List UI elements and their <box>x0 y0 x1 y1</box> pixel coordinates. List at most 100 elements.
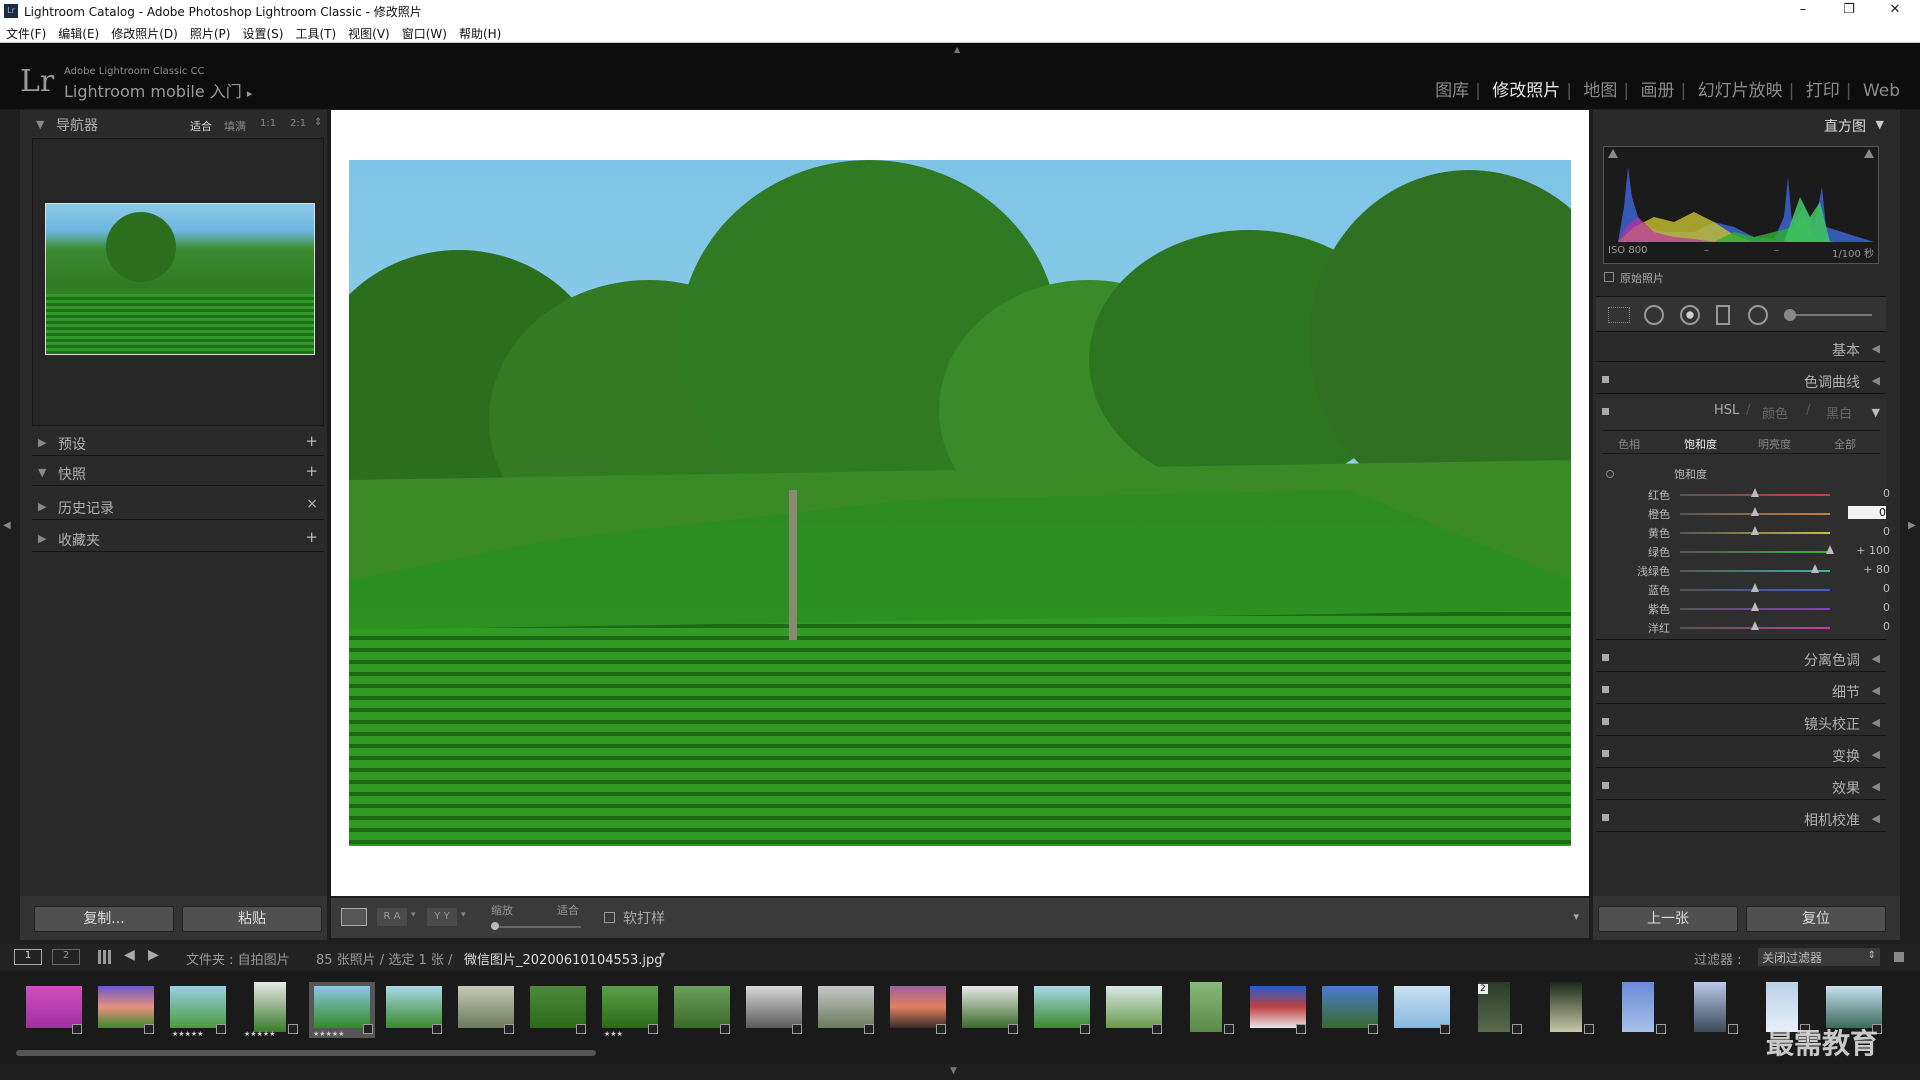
hsl-slider-row[interactable]: 浅绿色 + 80 <box>1600 562 1890 578</box>
radial-filter-icon[interactable] <box>1748 305 1768 325</box>
hsl-slider-track[interactable] <box>1680 551 1830 553</box>
module-print[interactable]: 打印 <box>1806 81 1840 101</box>
panel-toggle-switch[interactable] <box>1602 782 1609 789</box>
subtab-all[interactable]: 全部 <box>1834 436 1856 452</box>
add-snapshot-button[interactable]: + <box>305 462 318 480</box>
filmstrip-thumbnail[interactable]: ★★★★★ <box>240 982 300 1038</box>
filmstrip-thumbnail[interactable]: ★★★ <box>600 982 660 1038</box>
collapsed-panel-header[interactable]: 细节 ◀ <box>1596 676 1886 704</box>
hsl-slider-value[interactable]: 0 <box>1840 620 1890 633</box>
filmstrip-thumbnail[interactable] <box>1536 982 1596 1038</box>
filmstrip-thumbnail[interactable] <box>96 982 156 1038</box>
zoom-fill[interactable]: 填满 <box>224 118 246 134</box>
collections-header[interactable]: ▶ 收藏夹 + <box>32 524 324 552</box>
clear-history-button[interactable]: × <box>306 496 318 512</box>
back-arrow-icon[interactable]: ◀ <box>124 947 135 963</box>
histogram-header[interactable]: 直方图 ▼ <box>1600 112 1890 138</box>
hsl-slider-thumb[interactable] <box>1811 564 1819 573</box>
panel-toggle-switch[interactable] <box>1602 750 1609 757</box>
collapsed-panel-header[interactable]: 变换 ◀ <box>1596 740 1886 768</box>
loupe-view-icon[interactable] <box>341 908 367 926</box>
zoom-1to1[interactable]: 1:1 <box>260 118 276 129</box>
filter-dropdown[interactable]: 关闭过滤器 ⇕ <box>1758 948 1880 966</box>
module-slideshow[interactable]: 幻灯片放映 <box>1698 81 1783 101</box>
top-panel-toggle-icon[interactable]: ▲ <box>954 45 960 54</box>
hsl-slider-thumb[interactable] <box>1751 488 1759 497</box>
before-after-dropdown-icon[interactable]: ▾ <box>411 910 416 920</box>
maximize-button[interactable]: ❐ <box>1826 0 1872 22</box>
filmstrip-thumbnail[interactable] <box>24 982 84 1038</box>
hsl-slider-value[interactable]: + 100 <box>1840 544 1890 557</box>
hsl-slider-thumb[interactable] <box>1751 602 1759 611</box>
module-develop[interactable]: 修改照片 <box>1492 81 1560 101</box>
grid-view-icon[interactable] <box>98 950 112 964</box>
module-book[interactable]: 画册 <box>1641 81 1675 101</box>
paste-settings-button[interactable]: 粘贴 <box>182 906 322 932</box>
bottom-panel-toggle-icon[interactable]: ▼ <box>950 1066 957 1076</box>
before-after-lr-icon[interactable]: R A <box>377 908 407 926</box>
targeted-adjustment-icon[interactable] <box>1606 470 1614 478</box>
hsl-tab[interactable]: HSL <box>1714 403 1739 418</box>
add-preset-button[interactable]: + <box>305 432 318 450</box>
menu-help[interactable]: 帮助(H) <box>453 22 507 42</box>
filmstrip-thumbnail[interactable] <box>384 982 444 1038</box>
histogram-chart[interactable]: ISO 800 – – 1/100 秒 <box>1603 146 1879 264</box>
add-collection-button[interactable]: + <box>305 528 318 546</box>
hsl-slider-value[interactable]: 0 <box>1840 487 1890 500</box>
adjustment-brush-icon[interactable] <box>1784 309 1796 321</box>
menu-tools[interactable]: 工具(T) <box>289 22 342 42</box>
hsl-slider-thumb[interactable] <box>1751 621 1759 630</box>
menu-file[interactable]: 文件(F) <box>0 22 52 42</box>
folder-path[interactable]: 文件夹 : 自拍图片 <box>186 949 290 968</box>
subtab-hue[interactable]: 色相 <box>1618 436 1640 452</box>
main-image-canvas[interactable] <box>331 110 1589 896</box>
hsl-slider-row[interactable]: 洋红 0 <box>1600 619 1890 635</box>
menu-photo[interactable]: 照片(P) <box>184 22 237 42</box>
menu-window[interactable]: 窗口(W) <box>396 22 453 42</box>
original-photo-checkbox[interactable] <box>1604 272 1614 282</box>
hsl-slider-value[interactable]: + 80 <box>1840 563 1890 576</box>
right-panel-toggle-icon[interactable]: ▶ <box>1908 520 1916 531</box>
presets-header[interactable]: ▶ 预设 + <box>32 428 324 456</box>
menu-settings[interactable]: 设置(S) <box>236 22 289 42</box>
copy-settings-button[interactable]: 复制... <box>34 906 174 932</box>
zoom-slider-thumb[interactable] <box>491 922 499 930</box>
zoom-2to1[interactable]: 2:1 <box>290 118 306 129</box>
hsl-slider-row[interactable]: 橙色 0 <box>1600 505 1890 521</box>
hsl-slider-value[interactable]: 0 <box>1840 525 1890 538</box>
panel-toggle-switch[interactable] <box>1602 686 1609 693</box>
collapsed-panel-header[interactable]: 分离色调 ◀ <box>1596 644 1886 672</box>
filmstrip-thumbnail[interactable] <box>1248 982 1308 1038</box>
before-after-swap-icon[interactable]: Y Y <box>427 908 457 926</box>
filmstrip-thumbnail[interactable] <box>1608 982 1668 1038</box>
hsl-slider-value[interactable]: 0 <box>1840 582 1890 595</box>
hsl-slider-value[interactable]: 0 <box>1848 506 1886 519</box>
zoom-slider-track[interactable] <box>491 926 581 928</box>
hsl-slider-value[interactable]: 0 <box>1840 601 1890 614</box>
filmstrip-thumbnail[interactable] <box>1032 982 1092 1038</box>
filter-lock-icon[interactable] <box>1894 952 1904 962</box>
filmstrip-thumbnail[interactable] <box>528 982 588 1038</box>
filmstrip-thumbnail[interactable] <box>744 982 804 1038</box>
zoom-fit[interactable]: 适合 <box>190 118 212 134</box>
graduated-filter-icon[interactable] <box>1716 305 1730 325</box>
identity-mobile-link[interactable]: Lightroom mobile 入门 ▸ <box>64 78 252 102</box>
softproof-checkbox[interactable] <box>604 912 615 923</box>
reset-button[interactable]: 复位 <box>1746 906 1886 932</box>
forward-arrow-icon[interactable]: ▶ <box>148 947 159 963</box>
previous-button[interactable]: 上一张 <box>1598 906 1738 932</box>
hsl-slider-thumb[interactable] <box>1826 545 1834 554</box>
color-tab[interactable]: 颜色 <box>1762 403 1788 422</box>
filmstrip-thumbnail[interactable] <box>888 982 948 1038</box>
filmstrip-thumbnail[interactable]: ★★★★★ <box>309 982 375 1038</box>
toolbar-content-menu-icon[interactable]: ▾ <box>1573 910 1579 923</box>
panel-toggle-switch[interactable] <box>1602 654 1609 661</box>
filmstrip-thumbnail[interactable] <box>1104 982 1164 1038</box>
hsl-slider-thumb[interactable] <box>1751 583 1759 592</box>
collapsed-panel-header[interactable]: 镜头校正 ◀ <box>1596 708 1886 736</box>
panel-toggle-switch[interactable] <box>1602 376 1609 383</box>
red-eye-icon[interactable] <box>1680 305 1700 325</box>
filmstrip-thumbnail[interactable]: ★★★★★ <box>168 982 228 1038</box>
hsl-slider-row[interactable]: 绿色 + 100 <box>1600 543 1890 559</box>
filmstrip-thumbnail[interactable] <box>1392 982 1452 1038</box>
